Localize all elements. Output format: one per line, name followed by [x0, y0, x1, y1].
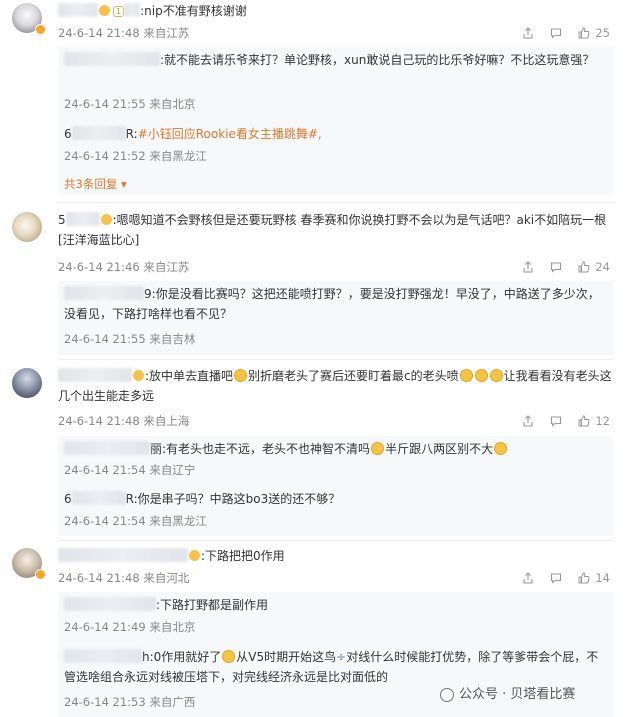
like-icon — [578, 415, 590, 427]
reply-text: h:0作用就好了 从V5时期开始这鸟÷对线什么时候能打优势，除了等爹带会个屁，不管… — [64, 649, 599, 684]
emoji-icon — [459, 369, 473, 382]
blurred-username[interactable] — [64, 52, 160, 66]
like-icon — [578, 261, 590, 273]
vip-crown-icon — [100, 214, 112, 225]
like-button[interactable]: 25 — [578, 25, 610, 41]
blurred-username[interactable] — [58, 548, 188, 562]
blurred-username[interactable] — [58, 368, 132, 382]
reply-meta: 24-6-14 21:54 来自黑龙江 — [64, 514, 207, 528]
like-button[interactable]: 14 — [578, 570, 610, 586]
like-button[interactable]: 24 — [578, 259, 610, 275]
share-icon — [523, 27, 533, 39]
comment-meta: 24-6-14 21:46 来自江苏 — [58, 260, 190, 274]
share-button[interactable] — [522, 261, 534, 273]
comment-text: 5:嗯嗯知道不会野核但是还要玩野核 春季赛和你说换打野不会以为是气话吧？aki不… — [58, 212, 607, 247]
blurred-username[interactable] — [64, 649, 142, 663]
comment-text: 1:nip不准有野核谢谢 — [58, 1, 614, 21]
blurred-username[interactable] — [71, 491, 126, 505]
reply-text: 6 R:你是串子吗？中路这bo3送的还不够？ — [64, 491, 341, 506]
comment-icon — [551, 262, 562, 273]
reply-meta: 24-6-14 21:52 来自黑龙江 — [64, 149, 207, 163]
blurred-username[interactable] — [65, 212, 100, 226]
like-button[interactable]: 12 — [578, 413, 610, 429]
comment-button[interactable] — [550, 415, 562, 427]
divider — [58, 202, 614, 203]
comment-meta: 24-6-14 21:48 来自江苏 — [58, 25, 189, 41]
comment-date: 24-6-14 21:48 — [58, 26, 140, 40]
emoji-icon — [474, 369, 488, 382]
share-icon — [523, 415, 533, 427]
vip-crown-icon — [189, 550, 200, 561]
reply-text: 丽:有老头也走不远，老头不也神智不清吗 半斤跟八两区别不大 — [64, 439, 608, 459]
share-icon — [523, 261, 533, 273]
reply-text: 6 R:#小钰回应Rookie看女主播跳舞#, — [64, 126, 322, 141]
blurred-username[interactable] — [58, 3, 98, 17]
blurred-username[interactable] — [64, 286, 144, 300]
emoji-icon — [489, 369, 503, 382]
comment-icon — [551, 573, 562, 584]
chevron-down-icon: ▾ — [120, 177, 127, 191]
comment-actions: 24 — [522, 259, 610, 275]
reply-meta: 24-6-14 21:53 来自广西 — [64, 695, 196, 709]
emoji-icon — [222, 650, 236, 663]
wechat-icon — [440, 688, 454, 702]
comment-button[interactable] — [550, 572, 562, 584]
comment-button[interactable] — [550, 261, 562, 273]
topic-link[interactable]: #小钰回应Rookie看女主播跳舞#, — [138, 127, 322, 141]
emoji-icon — [494, 442, 508, 455]
emoji-icon — [371, 442, 385, 455]
verified-badge-icon — [35, 24, 46, 35]
share-button[interactable] — [522, 415, 534, 427]
comment-actions: 12 — [522, 413, 610, 429]
share-icon — [523, 572, 533, 584]
level-badge: 1 — [113, 6, 125, 17]
comment-icon — [551, 416, 562, 427]
comment-text: :下路把把0作用 — [58, 546, 614, 566]
reply-box: 丽:有老头也走不远，老头不也神智不清吗 半斤跟八两区别不大 24-6-14 21:… — [58, 436, 614, 536]
comment-meta: 24-6-14 21:48 来自上海 — [58, 414, 190, 428]
share-button[interactable] — [522, 27, 534, 39]
divide-symbol-icon: ÷ — [336, 650, 347, 664]
comment-text: :放中单去直播吧 别折磨老头了赛后还要盯着最c的老头喷 让我看看没有老头这几个出生能… — [58, 368, 612, 403]
reply-meta: 24-6-14 21:49 来自北京 — [64, 620, 196, 634]
reply-meta: 24-6-14 21:54 来自辽宁 — [64, 463, 196, 477]
comment-meta: 24-6-14 21:48 来自河北 — [58, 571, 190, 585]
reply-text: :下路打野都是副作用 — [64, 595, 608, 615]
reply-text: 9:你是没看比赛吗？这把还能喷打野？，要是没打野强龙！早没了，中路送了多少次，没… — [64, 286, 600, 321]
reply-box: :就不能去请乐爷来打？单论野核，xun敢说自己玩的比乐爷好嘛？不比这玩意强？ 2… — [58, 47, 614, 195]
like-icon — [578, 572, 590, 584]
vip-crown-icon — [99, 5, 110, 16]
reply-box: 9:你是没看比赛吗？这把还能喷打野？，要是没打野强龙！早没了，中路送了多少次，没… — [58, 281, 614, 355]
verified-badge-icon — [35, 569, 46, 580]
vip-crown-icon — [133, 370, 144, 381]
reply-meta: 24-6-14 21:55 来自吉林 — [64, 332, 196, 346]
comment-location: 来自江苏 — [143, 26, 190, 40]
blurred-username[interactable] — [64, 597, 156, 611]
avatar[interactable] — [12, 212, 42, 242]
comment-actions: 25 — [522, 25, 610, 41]
comment-button[interactable] — [550, 27, 562, 39]
comment-icon — [551, 28, 562, 39]
blurred-username[interactable] — [71, 126, 126, 140]
more-replies-link[interactable]: 共3条回复 ▾ — [64, 176, 127, 192]
comment-actions: 14 — [522, 570, 610, 586]
divider — [58, 540, 614, 541]
reply-meta: 24-6-14 21:55 来自北京 — [64, 97, 196, 111]
like-count: 25 — [595, 26, 610, 40]
reply-text: :就不能去请乐爷来打？单论野核，xun敢说自己玩的比乐爷好嘛？不比这玩意强？ — [64, 50, 608, 70]
blurred-username — [124, 3, 141, 17]
divider — [58, 359, 614, 360]
emoji-icon — [234, 369, 248, 382]
watermark: 公众号 · 贝塔看比赛 — [440, 686, 575, 704]
share-button[interactable] — [522, 572, 534, 584]
like-icon — [578, 27, 590, 39]
avatar[interactable] — [12, 368, 42, 398]
blurred-username[interactable] — [64, 441, 150, 455]
